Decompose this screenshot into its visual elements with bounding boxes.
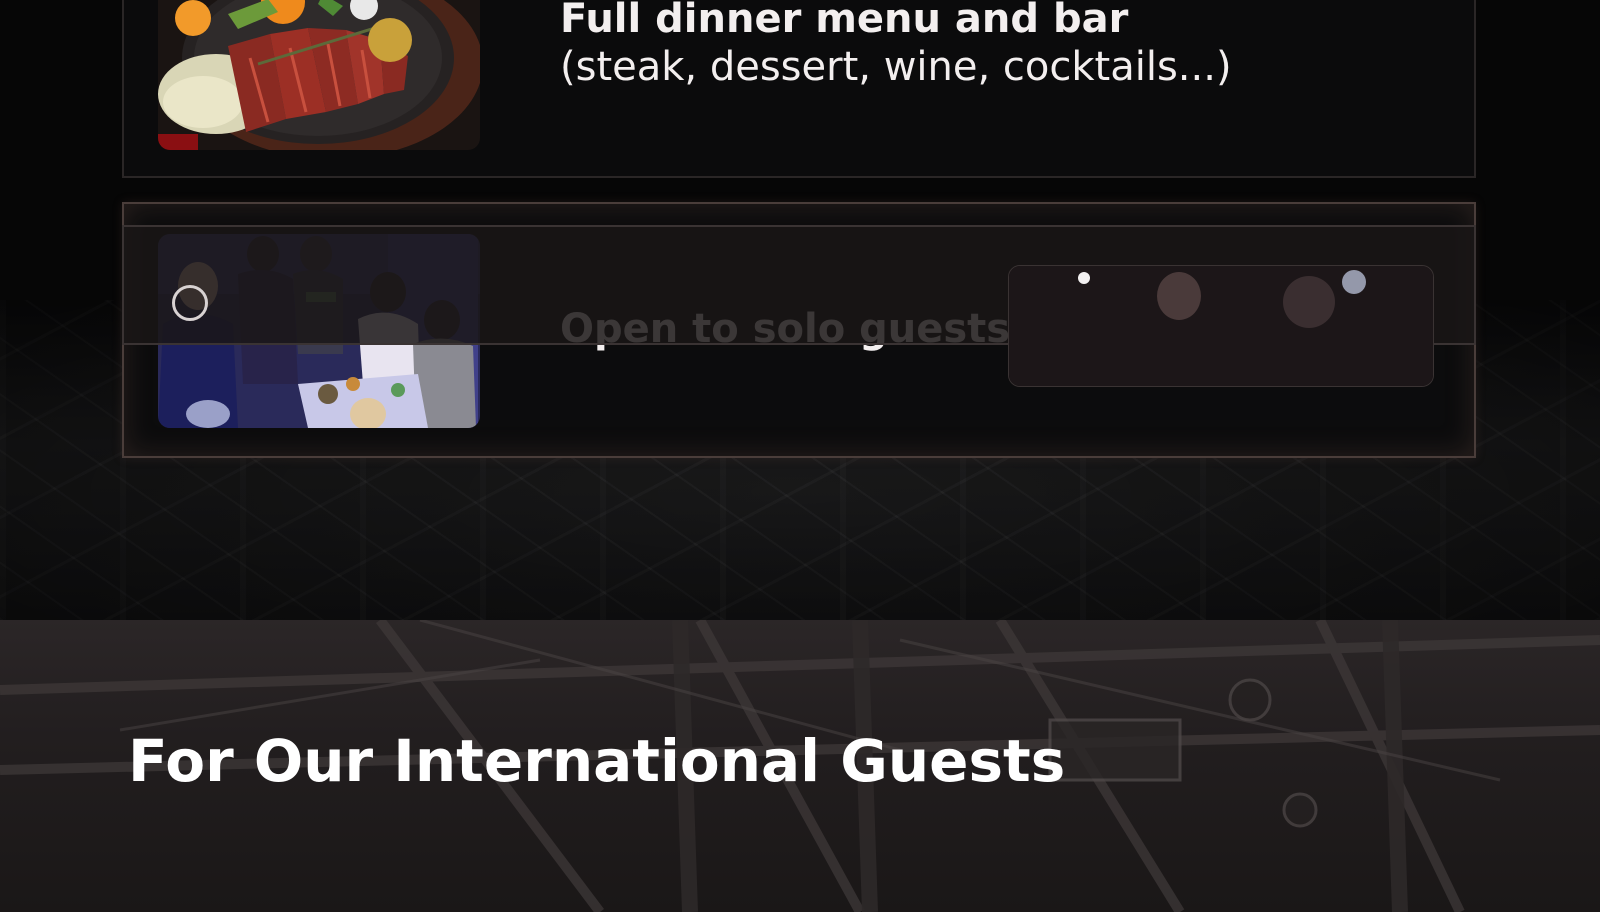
globe-icon xyxy=(172,285,208,321)
feature-subtitle-dinner: (steak, dessert, wine, cocktails...) xyxy=(560,44,1232,90)
performance-photo xyxy=(1008,265,1434,387)
steak-dish-image xyxy=(158,0,480,150)
page: Full dinner menu and bar (steak, dessert… xyxy=(0,0,1600,912)
international-section: For Our International Guests xyxy=(0,620,1600,912)
international-card xyxy=(122,225,1476,387)
feature-card-dinner: Full dinner menu and bar (steak, dessert… xyxy=(122,0,1476,178)
international-heading: For Our International Guests xyxy=(128,727,1066,795)
feature-title-dinner: Full dinner menu and bar xyxy=(560,0,1129,42)
